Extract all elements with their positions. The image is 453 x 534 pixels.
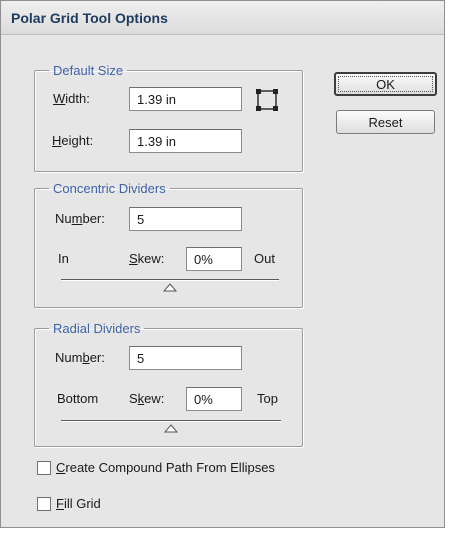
radial-skew-slider-thumb[interactable] <box>164 424 178 433</box>
concentric-dividers-legend: Concentric Dividers <box>53 181 166 196</box>
concentric-skew-input[interactable] <box>186 247 242 271</box>
concentric-number-input[interactable] <box>129 207 242 231</box>
polar-grid-options-dialog: Polar Grid Tool Options Default Size Wid… <box>0 0 445 528</box>
compound-path-label: Create Compound Path From Ellipses <box>56 460 275 475</box>
concentric-skew-slider-thumb[interactable] <box>163 283 177 292</box>
fill-grid-label: Fill Grid <box>56 496 101 511</box>
height-input[interactable] <box>129 129 242 153</box>
default-size-legend: Default Size <box>53 63 124 78</box>
concentric-out-label: Out <box>254 251 275 266</box>
concentric-skew-slider-track[interactable] <box>61 279 279 281</box>
reset-button[interactable]: Reset <box>336 110 435 134</box>
concentric-in-label: In <box>58 251 69 266</box>
dialog-title: Polar Grid Tool Options <box>11 10 168 26</box>
compound-path-option[interactable]: Create Compound Path From Ellipses <box>37 460 317 478</box>
constrain-proportions-icon[interactable] <box>255 88 279 112</box>
radial-skew-slider-track[interactable] <box>61 420 281 422</box>
radial-number-label: Number: <box>55 350 105 365</box>
height-label: Height: <box>52 133 94 148</box>
radial-dividers-legend: Radial Dividers <box>53 321 141 336</box>
reset-button-label: Reset <box>368 114 403 130</box>
fill-grid-checkbox[interactable] <box>37 497 51 511</box>
radial-skew-input[interactable] <box>186 387 242 411</box>
radial-bottom-label: Bottom <box>57 391 99 406</box>
ok-focus-ring <box>338 76 433 92</box>
radial-top-label: Top <box>257 391 278 406</box>
radial-number-input[interactable] <box>129 346 242 370</box>
fill-grid-option[interactable]: Fill Grid <box>37 496 137 514</box>
width-label: Width: <box>53 91 90 106</box>
compound-path-checkbox[interactable] <box>37 461 51 475</box>
ok-button[interactable]: OK <box>334 72 437 96</box>
concentric-number-label: Number: <box>55 211 105 226</box>
title-bar: Polar Grid Tool Options <box>1 1 444 35</box>
width-input[interactable] <box>129 87 242 111</box>
radial-skew-label: Skew: <box>129 391 165 406</box>
default-size-group: Default Size <box>34 63 303 172</box>
concentric-skew-label: Skew: <box>129 251 165 266</box>
